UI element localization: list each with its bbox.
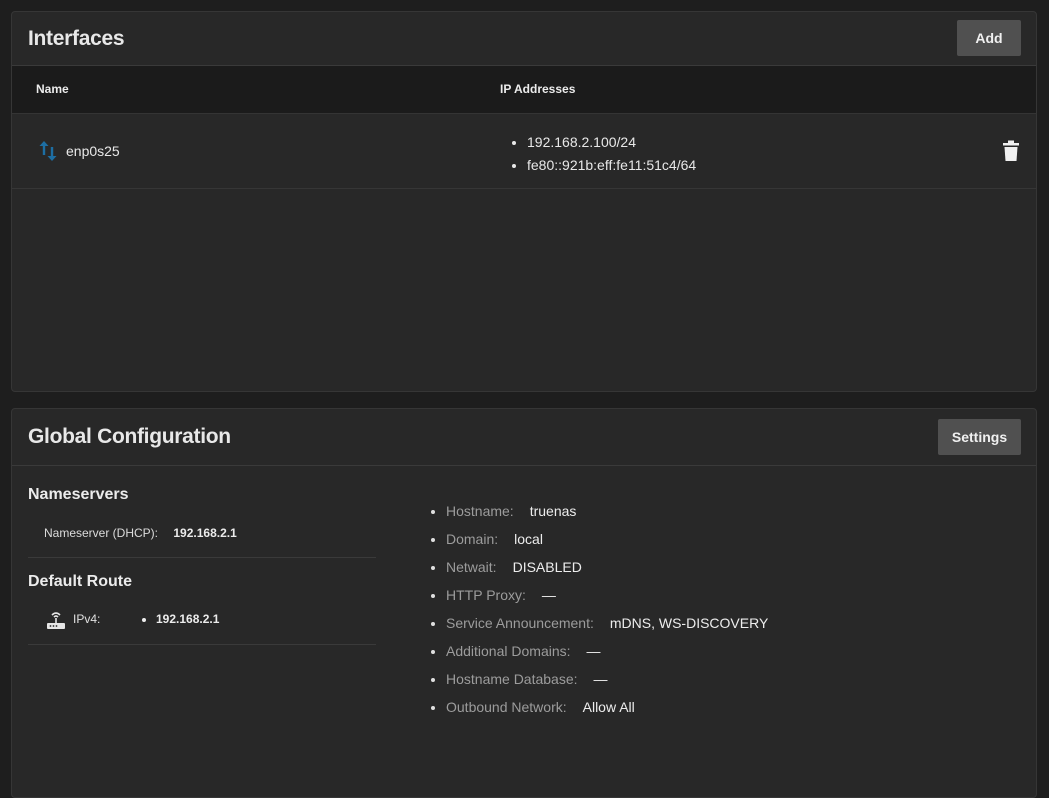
interfaces-card: Interfaces Add Name IP Addresses enp0s25…	[11, 11, 1037, 392]
setting-netwait: Netwait: DISABLED	[446, 553, 768, 581]
column-header-ip-addresses[interactable]: IP Addresses	[500, 82, 575, 96]
ip-address: 192.168.2.100/24	[527, 131, 696, 154]
router-icon	[47, 612, 65, 629]
setting-value: local	[514, 531, 543, 547]
setting-value: mDNS, WS-DISCOVERY	[609, 615, 769, 631]
setting-label: Service Announcement:	[446, 615, 594, 631]
table-row[interactable]: enp0s25 192.168.2.100/24 fe80::921b:eff:…	[12, 114, 1036, 189]
setting-hostname: Hostname: truenas	[446, 497, 768, 525]
default-route-heading: Default Route	[28, 573, 132, 590]
setting-hostname-database: Hostname Database: —	[446, 665, 768, 693]
setting-value: —	[541, 587, 556, 603]
global-configuration-title: Global Configuration	[28, 425, 231, 448]
ip-address: fe80::921b:eff:fe11:51c4/64	[527, 154, 696, 177]
setting-additional-domains: Additional Domains: —	[446, 637, 768, 665]
route-ipv4-label: IPv4:	[73, 612, 101, 626]
global-configuration-header: Global Configuration Settings	[12, 409, 1036, 466]
nameserver-value: 192.168.2.1	[173, 526, 237, 540]
trash-icon[interactable]	[1002, 140, 1020, 162]
setting-service-announcement: Service Announcement: mDNS, WS-DISCOVERY	[446, 609, 768, 637]
interfaces-header: Interfaces Add	[12, 12, 1036, 66]
global-settings-list: Hostname: truenas Domain: local Netwait: DI…	[430, 497, 768, 721]
setting-label: Additional Domains:	[446, 643, 571, 659]
setting-value: truenas	[529, 503, 577, 519]
setting-label: HTTP Proxy:	[446, 587, 526, 603]
setting-value: DISABLED	[512, 559, 582, 575]
interfaces-table-header: Name IP Addresses	[12, 66, 1036, 114]
global-configuration-card: Global Configuration Settings Nameserver…	[11, 408, 1037, 798]
column-header-name[interactable]: Name	[36, 82, 69, 96]
nameserver-item: Nameserver (DHCP): 192.168.2.1	[44, 526, 237, 540]
interface-name[interactable]: enp0s25	[66, 143, 120, 159]
nameserver-label: Nameserver (DHCP):	[44, 526, 159, 540]
ip-address-list: 192.168.2.100/24 fe80::921b:eff:fe11:51c…	[512, 131, 696, 177]
route-ipv4-list: 192.168.2.1	[141, 612, 219, 626]
setting-outbound-network: Outbound Network: Allow All	[446, 693, 768, 721]
setting-label: Hostname Database:	[446, 671, 578, 687]
swap-vertical-icon	[39, 141, 57, 161]
settings-button[interactable]: Settings	[938, 419, 1021, 455]
nameservers-heading: Nameservers	[28, 486, 129, 503]
setting-value: Allow All	[582, 699, 635, 715]
setting-domain: Domain: local	[446, 525, 768, 553]
setting-http-proxy: HTTP Proxy: —	[446, 581, 768, 609]
setting-value: —	[586, 643, 601, 659]
setting-label: Outbound Network:	[446, 699, 567, 715]
setting-value: —	[593, 671, 608, 687]
setting-label: Domain:	[446, 531, 499, 547]
route-ipv4-value: 192.168.2.1	[156, 612, 219, 626]
setting-label: Hostname:	[446, 503, 514, 519]
interfaces-title: Interfaces	[28, 27, 125, 50]
add-interface-button[interactable]: Add	[957, 20, 1021, 56]
setting-label: Netwait:	[446, 559, 497, 575]
divider	[28, 644, 376, 645]
divider	[28, 557, 376, 558]
